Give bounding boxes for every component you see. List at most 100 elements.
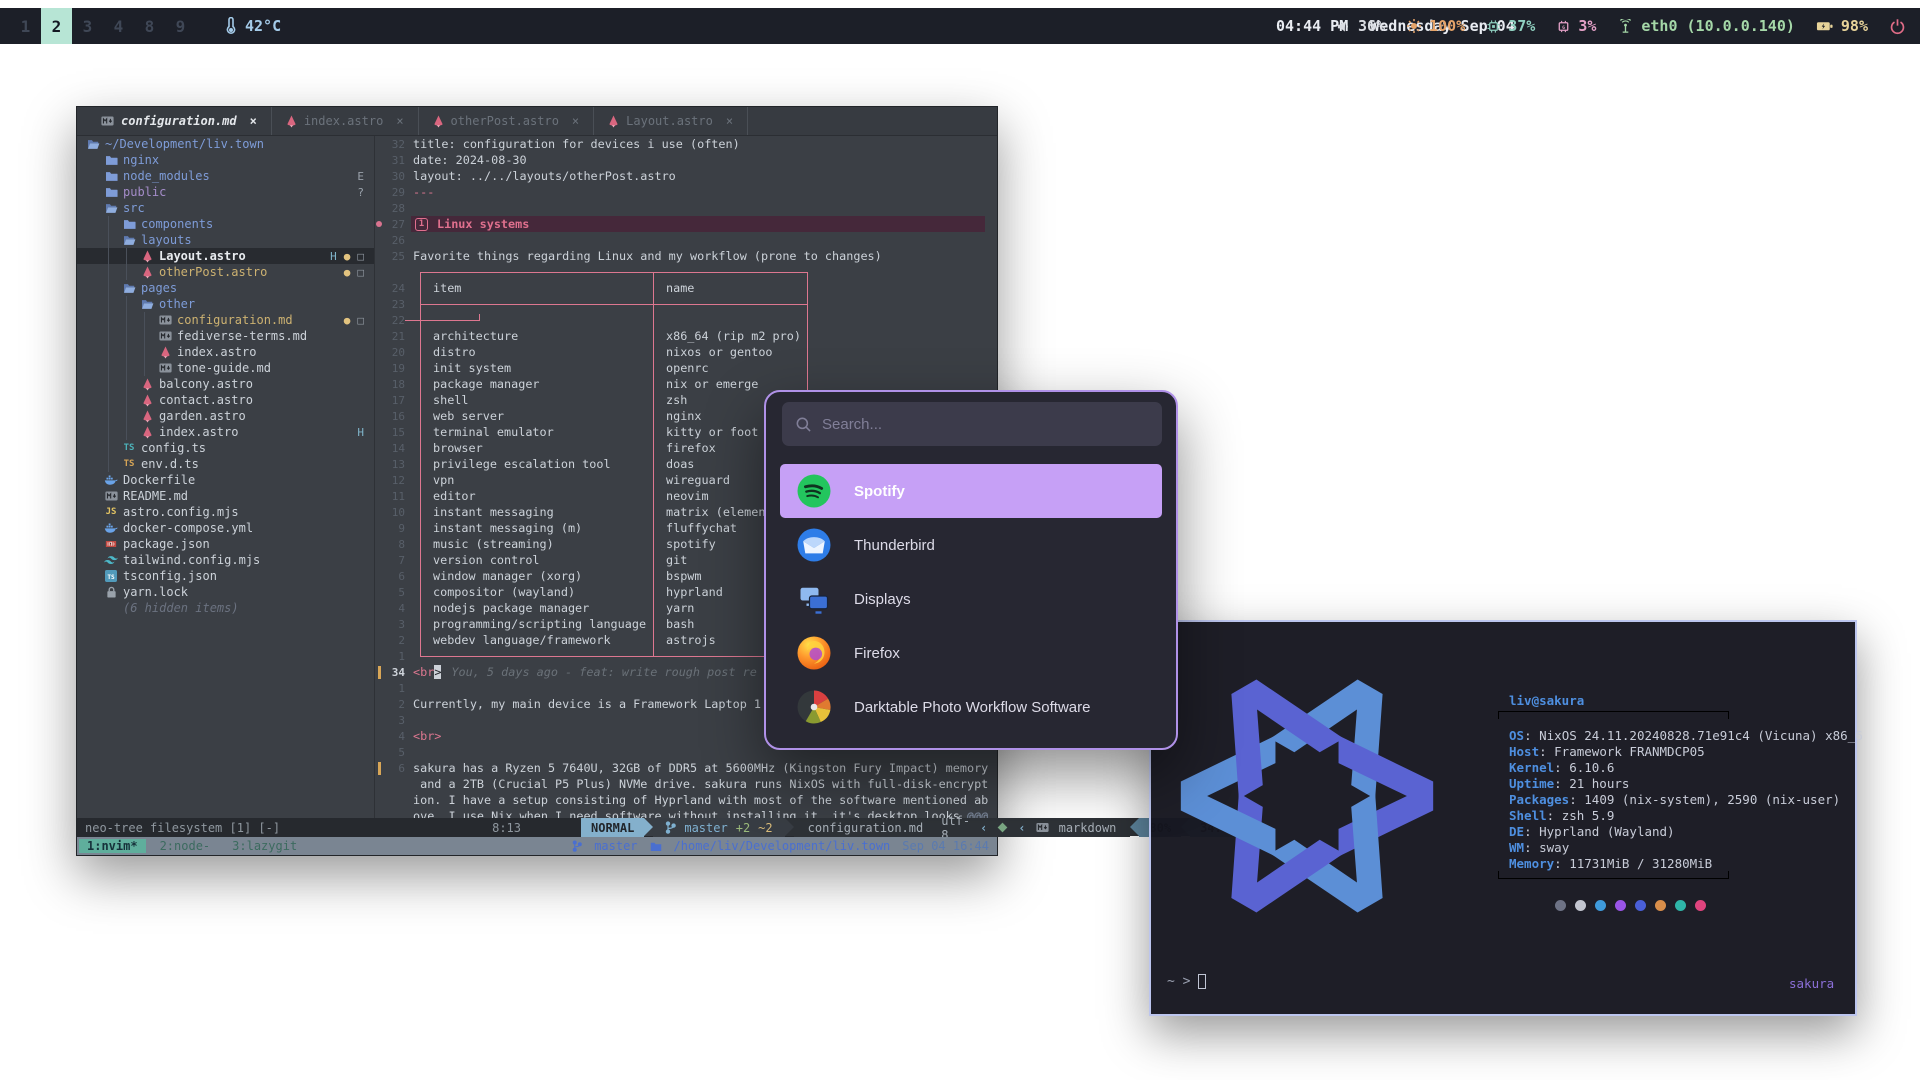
workspace-9[interactable]: 9 xyxy=(165,8,196,44)
tree-item-garden.astro[interactable]: garden.astro xyxy=(77,408,374,424)
workspace-8[interactable]: 8 xyxy=(134,8,165,44)
tree-item-other[interactable]: other xyxy=(77,296,374,312)
thermometer-icon xyxy=(224,17,238,35)
terminal-color-palette xyxy=(1555,900,1706,911)
tmux-window-3:lazygit[interactable]: 3:lazygit xyxy=(224,839,305,853)
tree-item--Development-liv.town[interactable]: ~/Development/liv.town xyxy=(77,136,374,152)
tmux-window-1:nvim*[interactable]: 1:nvim* xyxy=(79,839,146,853)
tmux-window-2:node-[interactable]: 2:node- xyxy=(152,839,219,853)
line-number: 30 xyxy=(383,170,405,183)
tree-item-node-modules[interactable]: node_modulesE xyxy=(77,168,374,184)
gpu-stat: G3% xyxy=(1556,17,1596,35)
docker-icon xyxy=(103,474,119,486)
tree-item-otherPost.astro[interactable]: otherPost.astro●□ xyxy=(77,264,374,280)
tree-item-fediverse-terms.md[interactable]: fediverse-terms.md xyxy=(77,328,374,344)
tree-item-pages[interactable]: pages xyxy=(77,280,374,296)
tree-item-index.astro[interactable]: index.astroH xyxy=(77,424,374,440)
tree-item-label: configuration.md xyxy=(177,313,293,327)
tree-item-label: docker-compose.yml xyxy=(123,521,253,535)
close-icon[interactable]: × xyxy=(396,114,403,128)
tree-item-label: astro.config.mjs xyxy=(123,505,239,519)
fetch-terminal-window[interactable]: liv@sakura OS: NixOS 24.11.20240828.71e9… xyxy=(1149,620,1857,1016)
tree-item-nginx[interactable]: nginx xyxy=(77,152,374,168)
launcher-item-spotify[interactable]: Spotify xyxy=(780,464,1162,518)
buffer-line: 28 xyxy=(375,200,997,216)
tree-item-Dockerfile[interactable]: Dockerfile xyxy=(77,472,374,488)
line-number: 25 xyxy=(383,250,405,263)
palette-dot xyxy=(1675,900,1686,911)
line-number: 5 xyxy=(383,586,405,599)
launcher-item-firefox[interactable]: Firefox xyxy=(780,626,1162,680)
battery-stat: 98% xyxy=(1816,17,1868,35)
js-icon: JS xyxy=(103,507,119,517)
workspace-3[interactable]: 3 xyxy=(72,8,103,44)
ts-teal-icon: TS xyxy=(121,443,137,453)
tree-item-label: (6 hidden items) xyxy=(123,601,239,615)
tree-item-config.ts[interactable]: TSconfig.ts xyxy=(77,440,374,456)
line-number: 13 xyxy=(383,458,405,471)
tree-item-balcony.astro[interactable]: balcony.astro xyxy=(77,376,374,392)
launcher-item-thunderbird[interactable]: Thunderbird xyxy=(780,518,1162,572)
palette-dot xyxy=(1575,900,1586,911)
astro-icon xyxy=(139,250,155,263)
tree-item-public[interactable]: public? xyxy=(77,184,374,200)
statusline-filetype: markdown xyxy=(1059,821,1117,835)
vim-mode-indicator: NORMAL xyxy=(581,818,644,837)
workspace-4[interactable]: 4 xyxy=(103,8,134,44)
tree-item-components[interactable]: components xyxy=(77,216,374,232)
tree-item-tsconfig.json[interactable]: TStsconfig.json xyxy=(77,568,374,584)
tree-item-astro.config.mjs[interactable]: JS astro.config.mjs xyxy=(77,504,374,520)
workspace-2[interactable]: 2 xyxy=(41,8,72,44)
cursor-block: > xyxy=(434,665,441,679)
shell-prompt[interactable]: ~ > xyxy=(1167,974,1206,989)
palette-dot xyxy=(1555,900,1566,911)
tree-item-tailwind.config.mjs[interactable]: tailwind.config.mjs xyxy=(77,552,374,568)
tree-item-env.d.ts[interactable]: TSenv.d.ts xyxy=(77,456,374,472)
tree-item-configuration.md[interactable]: configuration.md●□ xyxy=(77,312,374,328)
close-icon[interactable]: × xyxy=(726,114,733,128)
tree-item-contact.astro[interactable]: contact.astro xyxy=(77,392,374,408)
tab-configuration.md[interactable]: configuration.md × xyxy=(87,107,272,135)
tree-item-layouts[interactable]: layouts xyxy=(77,232,374,248)
neotree-file-explorer[interactable]: ~/Development/liv.townnginxnode_modulesE… xyxy=(77,136,375,818)
close-icon[interactable]: × xyxy=(250,114,257,128)
workspace-1[interactable]: 1 xyxy=(10,8,41,44)
folder-icon xyxy=(650,841,662,852)
battery-icon xyxy=(1816,19,1834,33)
tree-item-label: node_modules xyxy=(123,169,210,183)
line-number: 15 xyxy=(383,426,405,439)
astro-icon xyxy=(139,378,155,391)
tree-item-yarn.lock[interactable]: yarn.lock xyxy=(77,584,374,600)
heading-level-icon: 1 xyxy=(415,218,428,231)
buffer-line: 6sakura has a Ryzen 5 7640U, 32GB of DDR… xyxy=(375,760,997,776)
tree-item-src[interactable]: src xyxy=(77,200,374,216)
git-sign-bar xyxy=(375,762,383,775)
launcher-item-displays[interactable]: Displays xyxy=(780,572,1162,626)
tree-item-label: other xyxy=(159,297,195,311)
power-button[interactable] xyxy=(1889,18,1906,35)
buffer-line: ion. I have a setup consisting of Hyprla… xyxy=(375,792,997,808)
tree-item-docker-compose.yml[interactable]: docker-compose.yml xyxy=(77,520,374,536)
astro-icon xyxy=(139,394,155,407)
astro-icon xyxy=(433,115,444,128)
tree-item-tone-guide.md[interactable]: tone-guide.md xyxy=(77,360,374,376)
brightness-stat: 100% xyxy=(1406,17,1465,35)
tree-item-label: src xyxy=(123,201,145,215)
launcher-search-input[interactable]: Search... xyxy=(782,402,1162,446)
tab-index.astro[interactable]: index.astro × xyxy=(272,107,419,135)
tree-item-README.md[interactable]: README.md xyxy=(77,488,374,504)
line-number: 1 xyxy=(383,650,405,663)
chip-icon xyxy=(1486,19,1501,34)
tree-item-index.astro[interactable]: index.astro xyxy=(77,344,374,360)
line-number: 24 xyxy=(383,282,405,295)
tree-item-Layout.astro[interactable]: Layout.astroH●□ xyxy=(77,248,374,264)
tab-otherPost.astro[interactable]: otherPost.astro × xyxy=(419,107,595,135)
launcher-item-darktable-photo-workflow-software[interactable]: Darktable Photo Workflow Software xyxy=(780,680,1162,734)
tree-item-package.json[interactable]: package.json xyxy=(77,536,374,552)
tree-item--6-hidden-items-[interactable]: (6 hidden items) xyxy=(77,600,374,616)
close-icon[interactable]: × xyxy=(572,114,579,128)
buffer-line: 20distronixos or gentoo xyxy=(375,344,997,360)
line-number: 14 xyxy=(383,442,405,455)
tab-Layout.astro[interactable]: Layout.astro × xyxy=(594,107,748,135)
volume-stat: 36% xyxy=(1336,17,1385,35)
